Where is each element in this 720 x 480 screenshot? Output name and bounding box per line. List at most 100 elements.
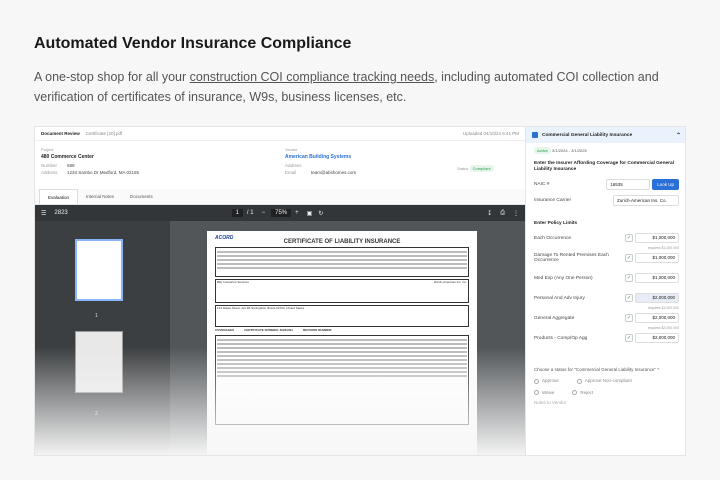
coverage-panel: Commercial General Liability Insurance ⌃ … bbox=[525, 127, 685, 455]
check-icon[interactable]: ✓ bbox=[625, 314, 633, 322]
status-chooser: Choose a status for "Commercial General … bbox=[526, 363, 685, 410]
carrier-row: Insurance Carrier Zurich-American Ins. Co… bbox=[526, 192, 685, 208]
limit-label: General Aggregate bbox=[534, 315, 575, 321]
lookup-button[interactable]: Look Up bbox=[652, 178, 679, 190]
approve-radio[interactable]: Approve bbox=[534, 378, 559, 384]
limit-row: Products - Comp/Op Agg ✓ $2,000,000 bbox=[526, 330, 685, 346]
check-icon[interactable]: ✓ bbox=[625, 334, 633, 342]
active-badge: Active bbox=[534, 147, 551, 154]
vendor-label: Vendor bbox=[285, 147, 298, 152]
project-label: Project bbox=[41, 147, 54, 152]
zoom-out-icon[interactable]: − bbox=[262, 210, 266, 216]
notes-label: Notes to Vendor bbox=[534, 400, 567, 405]
insurer-a: Zurich-American Ins. Co. bbox=[433, 280, 467, 285]
page-total: / 1 bbox=[246, 210, 254, 216]
project-info: Project 480 Commerce Center Number 589 Ad… bbox=[41, 147, 139, 175]
limits-list: Each Occurrence ✓ $1,000,000 requires $1,00… bbox=[526, 230, 685, 350]
document-filename[interactable]: Certificate [20].pdf bbox=[86, 131, 123, 136]
check-icon[interactable]: ✓ bbox=[625, 234, 633, 242]
limit-amount-input[interactable]: $2,000,000 bbox=[635, 313, 679, 323]
status-info: Status Compliant bbox=[457, 165, 494, 172]
print-icon[interactable]: ⎙ bbox=[500, 210, 505, 217]
status-label: Status bbox=[457, 166, 469, 171]
hero-title: Automated Vendor Insurance Compliance bbox=[34, 35, 352, 52]
limit-row: Each Occurrence ✓ $1,000,000 bbox=[526, 230, 685, 246]
tab-documents[interactable]: Documents bbox=[122, 189, 161, 204]
project-address: 1234 Sambo Dr Medford, MA 02155 bbox=[67, 170, 140, 175]
naic-input[interactable]: 16535 bbox=[606, 178, 651, 190]
pdf-doc-id: 2823 bbox=[54, 210, 68, 216]
vendor-address-row: Address bbox=[285, 163, 356, 168]
limit-row: General Aggregate ✓ $2,000,000 bbox=[526, 310, 685, 326]
producer-block: Billy Insurance Services Zurich-American … bbox=[215, 279, 469, 304]
limit-label: Med Exp (Any One Person) bbox=[534, 275, 593, 281]
vendor-info: Vendor American Building Systems Address… bbox=[285, 147, 356, 175]
check-icon[interactable]: ✓ bbox=[625, 254, 633, 262]
reject-radio[interactable]: Reject bbox=[572, 390, 593, 396]
coverages-row: COVERAGES CERTIFICATE NUMBER: 30231001 REV… bbox=[215, 329, 469, 333]
fit-page-icon[interactable]: ▣ bbox=[307, 210, 313, 217]
limit-amount-input[interactable]: $1,000,000 bbox=[635, 253, 679, 263]
coverage-title: Commercial General Liability Insurance bbox=[542, 132, 633, 138]
naic-row: NAIC # 16535 Look Up bbox=[526, 176, 685, 192]
address-label: Address bbox=[41, 170, 58, 175]
limit-row: Personal And Adv Injury ✓ $2,000,000 bbox=[526, 290, 685, 306]
pdf-viewer: ☰ 2823 1 / 1 − 75% + ▣ ↻ ↧ ⎙ ⋮ 1 2 bbox=[35, 205, 525, 455]
policy-dates-row: Active 3/1/2024 - 3/1/2025 bbox=[526, 143, 685, 158]
number-label: Number bbox=[41, 163, 58, 168]
vendor-email: team@abshomes.com bbox=[311, 170, 357, 175]
document-review-title: Document Review bbox=[41, 131, 80, 136]
thumbnail-number-1: 1 bbox=[95, 313, 98, 319]
project-number: 589 bbox=[67, 163, 75, 168]
shield-icon bbox=[532, 132, 538, 138]
carrier-label: Insurance Carrier bbox=[534, 197, 572, 203]
insurer-heading: Enter the Insurer Affording Coverage for… bbox=[534, 161, 675, 172]
page-number-input[interactable]: 1 bbox=[231, 209, 243, 217]
document-review-pane: Document Review Certificate [20].pdf Upl… bbox=[35, 127, 525, 455]
vendor-name-link[interactable]: American Building Systems bbox=[285, 154, 356, 160]
limit-amount-input[interactable]: $2,000,000 bbox=[635, 293, 679, 303]
coverage-panel-header[interactable]: Commercial General Liability Insurance ⌃ bbox=[526, 127, 685, 143]
limit-label: Personal And Adv Injury bbox=[534, 295, 585, 301]
limit-row: Damage To Rented Premises Each Occurrenc… bbox=[526, 250, 685, 266]
pdf-toolbar: ☰ 2823 1 / 1 − 75% + ▣ ↻ ↧ ⎙ ⋮ bbox=[35, 205, 525, 221]
limit-amount-input[interactable]: $1,000,000 bbox=[635, 233, 679, 243]
insured-address: 123 Maple Street, Apt 4B Springfield, Il… bbox=[217, 306, 305, 311]
zoom-in-icon[interactable]: + bbox=[295, 210, 299, 216]
limit-row: Med Exp (Any One Person) ✓ $1,000,000 bbox=[526, 270, 685, 286]
tab-evaluation[interactable]: Evaluation bbox=[39, 189, 79, 204]
review-tabs: Evaluation Internal Notes Documents bbox=[35, 189, 525, 205]
insured-block: 123 Maple Street, Apt 4B Springfield, Il… bbox=[215, 305, 469, 328]
limit-amount-input[interactable]: $1,000,000 bbox=[635, 273, 679, 283]
check-icon[interactable]: ✓ bbox=[625, 294, 633, 302]
limit-requirement bbox=[526, 346, 685, 350]
rotate-icon[interactable]: ↻ bbox=[318, 210, 323, 217]
tab-internal-notes[interactable]: Internal Notes bbox=[78, 189, 122, 204]
certificate-number: CERTIFICATE NUMBER: 30231001 bbox=[244, 328, 293, 333]
carrier-input[interactable]: Zurich-American Ins. Co. bbox=[613, 194, 679, 206]
menu-icon[interactable]: ☰ bbox=[41, 210, 46, 217]
project-vendor-info: Project 480 Commerce Center Number 589 Ad… bbox=[35, 141, 525, 189]
project-name: 480 Commerce Center bbox=[41, 154, 94, 160]
chevron-up-icon[interactable]: ⌃ bbox=[676, 132, 681, 139]
app-window: Document Review Certificate [20].pdf Upl… bbox=[34, 126, 686, 456]
status-prompt: Choose a status for "Commercial General … bbox=[534, 367, 660, 372]
naic-label: NAIC # bbox=[534, 181, 550, 187]
limit-label: Products - Comp/Op Agg bbox=[534, 335, 588, 341]
zoom-level[interactable]: 75% bbox=[271, 209, 292, 217]
coverages-label: COVERAGES bbox=[215, 328, 235, 333]
hero-subtitle-text: A one-stop shop for all your bbox=[34, 70, 190, 84]
limit-amount-input[interactable]: $2,000,000 bbox=[635, 333, 679, 343]
certificate-notice-block bbox=[215, 247, 469, 278]
waive-radio[interactable]: Waive bbox=[534, 390, 554, 396]
hero-subtitle: A one-stop shop for all your constructio… bbox=[34, 67, 684, 107]
certificate-title: CERTIFICATE OF LIABILITY INSURANCE bbox=[283, 238, 401, 245]
download-icon[interactable]: ↧ bbox=[487, 210, 492, 217]
check-icon[interactable]: ✓ bbox=[625, 274, 633, 282]
page-thumbnail-1[interactable] bbox=[75, 239, 123, 301]
limits-heading: Enter Policy Limits bbox=[534, 221, 578, 226]
coi-tracking-link[interactable]: construction COI compliance tracking nee… bbox=[190, 70, 435, 84]
more-options-icon[interactable]: ⋮ bbox=[513, 210, 519, 217]
approve-noncompliant-radio[interactable]: Approve Non-compliant bbox=[576, 378, 632, 384]
producer-name: Billy Insurance Services bbox=[217, 280, 249, 285]
